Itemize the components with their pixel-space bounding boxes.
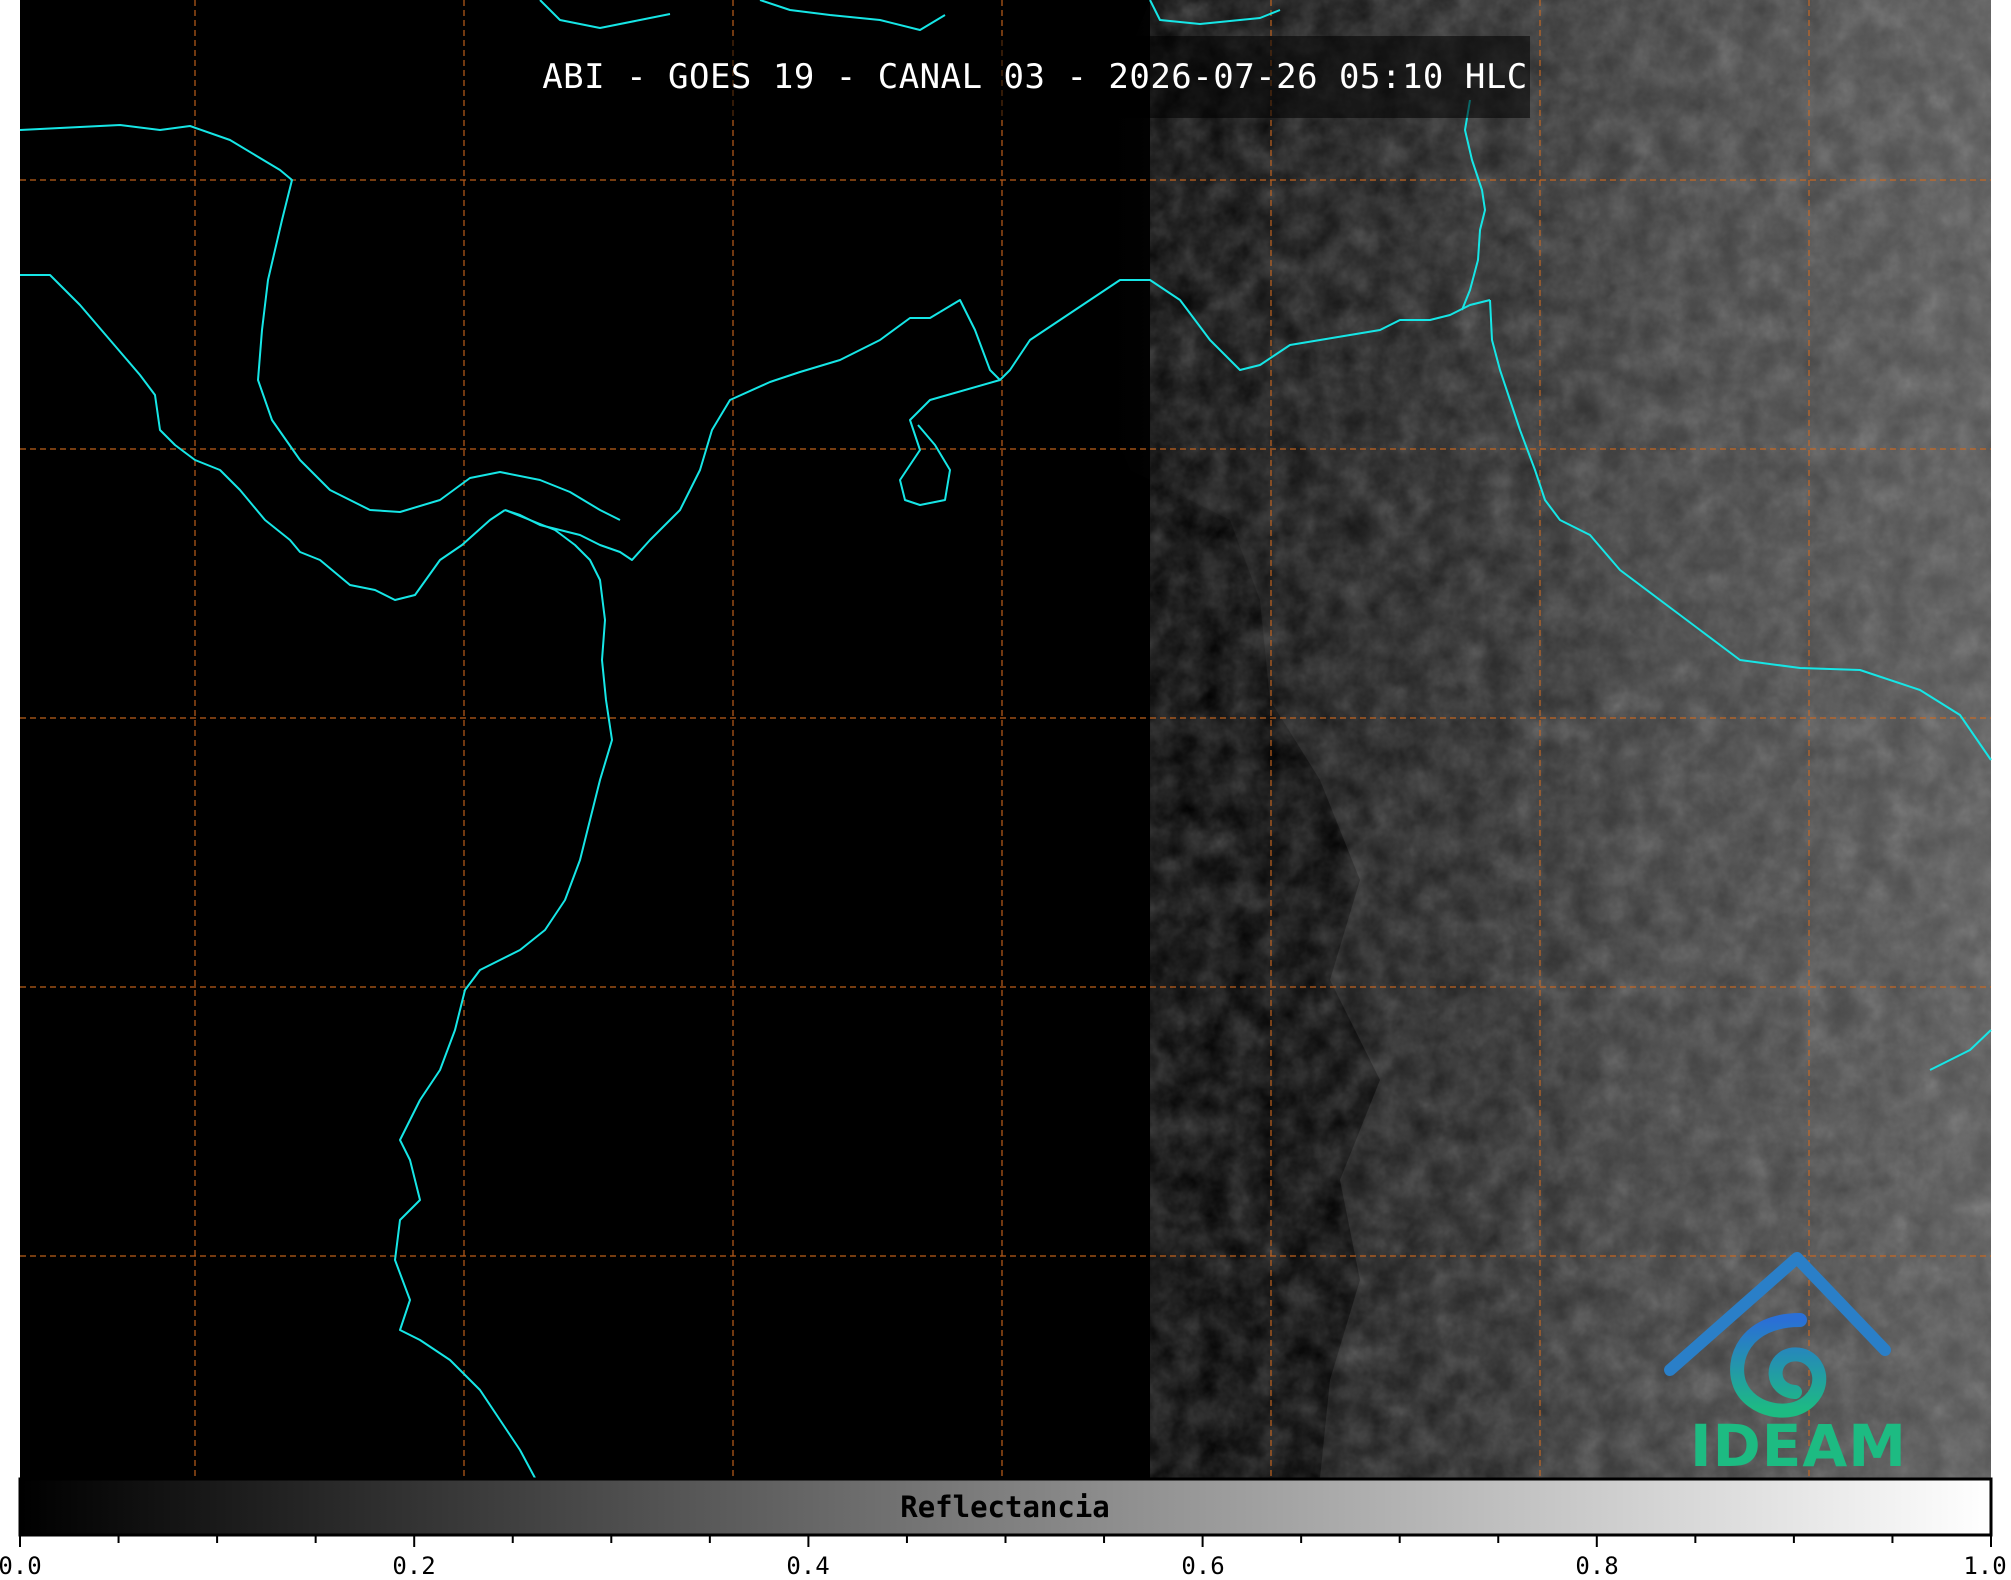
- colorbar-tick-label: 0.2: [392, 1552, 436, 1580]
- colorbar-tick-label: 0.0: [0, 1552, 42, 1580]
- ideam-logo-text: IDEAM: [1690, 1412, 1907, 1480]
- colorbar-tick-label: 0.4: [786, 1552, 830, 1580]
- map-title: ABI - GOES 19 - CANAL 03 - 2026-07-26 05…: [542, 57, 1528, 97]
- colorbar-tick-label: 0.8: [1575, 1552, 1619, 1580]
- colorbar-label: Reflectancia: [900, 1490, 1110, 1524]
- colorbar-ticks: [19, 1535, 1992, 1547]
- map-title-box: ABI - GOES 19 - CANAL 03 - 2026-07-26 05…: [540, 36, 1530, 118]
- colorbar-tick-label: 1.0: [1963, 1552, 2007, 1580]
- colorbar-tick-label: 0.6: [1181, 1552, 1225, 1580]
- satellite-map: [18, 0, 1993, 1547]
